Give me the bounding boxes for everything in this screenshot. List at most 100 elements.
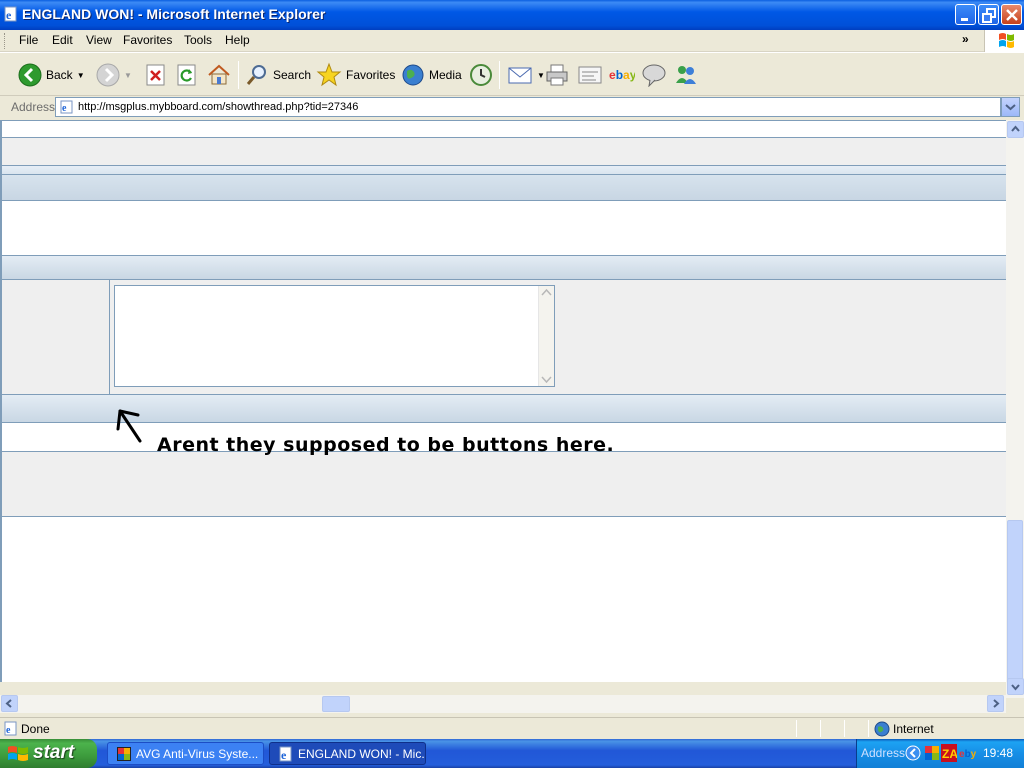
ebay-tray-icon[interactable]: eby: [959, 745, 977, 761]
search-icon: [246, 65, 266, 85]
mail-icon: [508, 67, 532, 84]
tray-clock: 19:48: [983, 746, 1014, 760]
search-label: Search: [273, 68, 312, 82]
print-icon: [546, 64, 568, 86]
refresh-button[interactable]: [177, 53, 197, 97]
menu-edit[interactable]: Edit: [52, 33, 73, 47]
media-button[interactable]: Media: [401, 53, 462, 97]
menu-overflow-chevron[interactable]: »: [962, 32, 969, 46]
scroll-right-button[interactable]: [987, 695, 1004, 712]
mail-button[interactable]: ▼: [507, 53, 545, 97]
avg-tray-icon[interactable]: [925, 745, 939, 761]
address-url: http://msgplus.mybboard.com/showthread.p…: [78, 101, 359, 113]
scroll-down-icon[interactable]: [539, 372, 554, 386]
status-bar: e Done Internet: [0, 717, 1024, 739]
textarea-scrollbar[interactable]: [538, 286, 554, 386]
task-label: AVG Anti-Virus Syste...: [136, 747, 259, 761]
zonealarm-tray-icon[interactable]: ZA: [941, 744, 957, 762]
print-button[interactable]: [545, 53, 569, 97]
stop-icon: [146, 64, 165, 86]
menu-help[interactable]: Help: [225, 33, 250, 47]
mail-dropdown-icon[interactable]: ▼: [537, 71, 545, 80]
edit-button[interactable]: [578, 53, 602, 97]
windows-flag-icon: [999, 33, 1014, 48]
button-row-header: [2, 394, 1006, 423]
address-input[interactable]: e http://msgplus.mybboard.com/showthread…: [55, 97, 1001, 117]
menu-grip[interactable]: [4, 33, 7, 49]
scroll-up-icon[interactable]: [539, 286, 554, 300]
back-label: Back: [46, 68, 73, 82]
status-text: Done: [21, 722, 50, 736]
vertical-scrollbar[interactable]: [1006, 120, 1024, 698]
messenger-button[interactable]: [673, 53, 699, 97]
address-bar: Address e http://msgplus.mybboard.com/sh…: [0, 96, 1024, 118]
discuss-bubble-icon: [642, 64, 666, 87]
menu-bar: File Edit View Favorites Tools Help »: [0, 30, 1024, 52]
favorites-label: Favorites: [346, 68, 396, 82]
horizontal-scrollbar[interactable]: [0, 695, 1006, 713]
svg-text:e: e: [62, 103, 67, 114]
address-label: Address: [11, 100, 56, 114]
tray-address-label[interactable]: Address: [861, 746, 905, 760]
taskbar: start AVG Anti-Virus Syste... e ENGLAND …: [0, 739, 1024, 768]
back-dropdown-icon[interactable]: ▼: [77, 71, 85, 80]
status-divider: [820, 720, 821, 737]
close-button[interactable]: [1001, 4, 1022, 25]
horizontal-scroll-thumb[interactable]: [322, 696, 350, 712]
windows-flag-icon: [8, 746, 28, 761]
back-button[interactable]: Back ▼: [18, 53, 85, 97]
window-title: ENGLAND WON! - Microsoft Internet Explor…: [22, 6, 326, 22]
discuss-button[interactable]: [641, 53, 667, 97]
history-icon: [470, 64, 492, 86]
restore-button[interactable]: [978, 4, 999, 25]
messenger-buddies-icon: [676, 66, 696, 84]
stop-button[interactable]: [146, 53, 166, 97]
title-bar[interactable]: e ENGLAND WON! - Microsoft Internet Expl…: [0, 0, 1024, 30]
minimize-icon: [961, 18, 968, 21]
scroll-up-button[interactable]: [1007, 121, 1024, 138]
tray-collapse-icon[interactable]: [905, 745, 921, 761]
favorites-button[interactable]: Favorites: [316, 53, 395, 97]
menu-view[interactable]: View: [86, 33, 112, 47]
menu-file[interactable]: File: [19, 33, 38, 47]
section-header: [2, 165, 1006, 201]
favorites-star-icon: [316, 62, 342, 87]
forward-dropdown-icon[interactable]: ▼: [124, 71, 132, 80]
ebay-button[interactable]: ebay: [609, 53, 635, 97]
chevron-right-icon: [993, 699, 1000, 708]
quick-reply-textarea[interactable]: [114, 285, 555, 387]
svg-text:e: e: [6, 8, 12, 22]
avg-shield-icon: [117, 747, 131, 761]
chevron-up-icon: [1011, 125, 1020, 132]
security-zone-label: Internet: [893, 722, 934, 736]
task-button-avg[interactable]: AVG Anti-Virus Syste...: [107, 742, 264, 765]
search-button[interactable]: Search: [245, 53, 311, 97]
back-arrow-icon: [18, 63, 42, 87]
content-row: [2, 201, 1006, 255]
scroll-left-button[interactable]: [1, 695, 18, 712]
standard-toolbar: Back ▼ ▼ Search Favorites Media ▼ ebay: [0, 52, 1024, 96]
vertical-scroll-thumb[interactable]: [1007, 520, 1023, 682]
reply-header: [2, 255, 1006, 280]
forum-footer-row: [2, 452, 1006, 517]
home-button[interactable]: [207, 53, 231, 97]
svg-text:e: e: [281, 748, 287, 762]
page-done-icon: e: [4, 721, 17, 736]
scroll-down-button[interactable]: [1007, 678, 1024, 695]
menu-favorites[interactable]: Favorites: [123, 33, 172, 47]
history-button[interactable]: [469, 53, 493, 97]
task-button-ie[interactable]: e ENGLAND WON! - Mic...: [269, 742, 426, 765]
address-dropdown-button[interactable]: [1001, 97, 1020, 117]
start-button[interactable]: start: [0, 739, 97, 768]
page-content: Arent they supposed to be buttons here.: [0, 120, 1006, 682]
restore-icon: [982, 8, 996, 23]
menu-tools[interactable]: Tools: [184, 33, 212, 47]
internet-globe-icon: [874, 721, 890, 737]
annotation-text: Arent they supposed to be buttons here.: [157, 434, 615, 456]
svg-text:e: e: [6, 725, 11, 736]
forward-button[interactable]: ▼: [96, 53, 132, 97]
ie-page-icon: e: [4, 6, 17, 22]
minimize-button[interactable]: [955, 4, 976, 25]
status-divider: [796, 720, 797, 737]
status-divider: [844, 720, 845, 737]
